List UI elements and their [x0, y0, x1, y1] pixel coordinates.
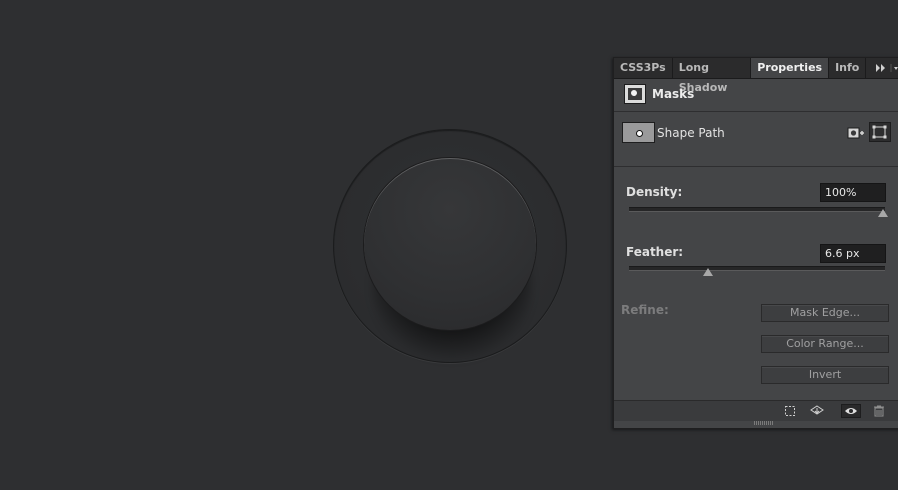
shape-path-label: Shape Path	[657, 126, 725, 140]
shape-path-thumbnail[interactable]	[622, 122, 655, 143]
add-pixel-mask-icon[interactable]	[847, 125, 865, 141]
knob-cap	[364, 158, 536, 330]
density-slider-track[interactable]	[629, 207, 885, 212]
apply-mask-icon[interactable]	[809, 404, 825, 418]
panel-menu-icon[interactable]	[866, 58, 898, 78]
feather-slider-thumb[interactable]	[703, 268, 713, 276]
trash-icon[interactable]	[871, 404, 887, 418]
refine-label: Refine:	[621, 303, 669, 317]
resize-grip[interactable]	[754, 421, 774, 425]
tab-css3ps[interactable]: CSS3Ps	[614, 58, 673, 78]
feather-label: Feather:	[626, 245, 684, 259]
properties-panel: CSS3Ps Long Shadow Properties Info Masks…	[613, 57, 898, 429]
tab-long-shadow[interactable]: Long Shadow	[673, 58, 752, 94]
feather-slider-track[interactable]	[629, 266, 885, 271]
invert-button[interactable]: Invert	[761, 366, 889, 384]
selection-icon[interactable]	[782, 404, 798, 418]
feather-field[interactable]: 6.6 px	[820, 244, 886, 263]
tab-properties[interactable]: Properties	[751, 58, 830, 78]
masks-header: Masks	[614, 79, 898, 112]
shape-path-row: Shape Path	[614, 112, 898, 167]
tab-info[interactable]: Info	[829, 58, 867, 78]
color-range-button[interactable]: Color Range...	[761, 335, 889, 353]
add-vector-mask-icon[interactable]	[869, 122, 891, 142]
panel-footer	[614, 400, 898, 421]
density-field[interactable]: 100%	[820, 183, 886, 202]
masks-icon	[624, 84, 646, 104]
panel-tabbar: CSS3Ps Long Shadow Properties Info	[614, 58, 898, 94]
eye-icon[interactable]	[841, 404, 861, 418]
masks-title: Masks	[652, 87, 695, 101]
density-slider-thumb[interactable]	[878, 209, 888, 217]
mask-edge-button[interactable]: Mask Edge...	[761, 304, 889, 322]
density-label: Density:	[626, 185, 683, 199]
